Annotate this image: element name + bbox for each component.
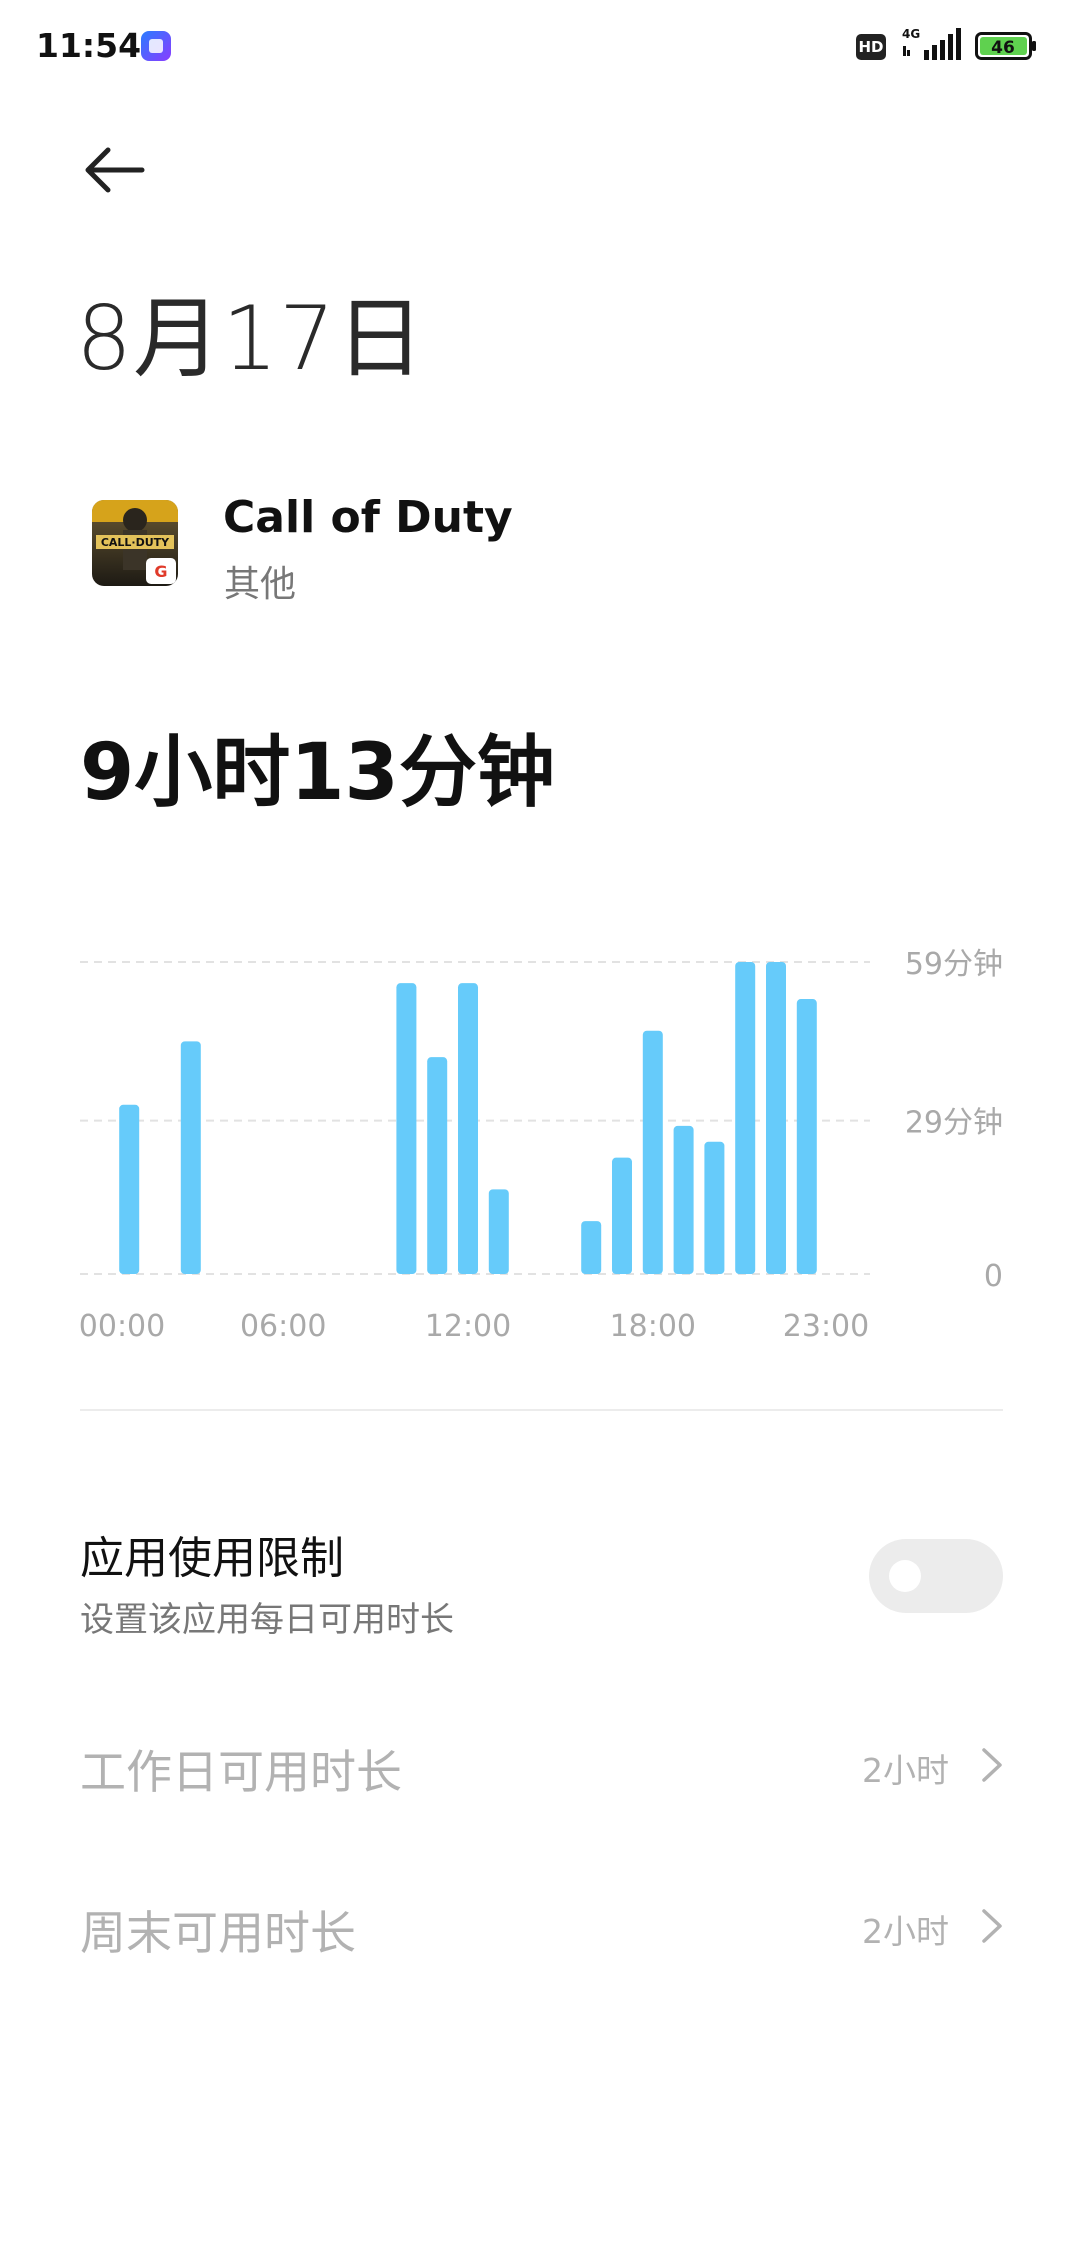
chart-bar bbox=[488, 1189, 509, 1274]
chart-bar bbox=[704, 1141, 725, 1274]
arrow-left-icon[interactable] bbox=[78, 140, 148, 200]
chevron-right-icon[interactable] bbox=[978, 1745, 1006, 1785]
y-tick-label: 0 bbox=[984, 1259, 1003, 1294]
chart-bar bbox=[180, 1041, 201, 1274]
svg-text:G: G bbox=[154, 562, 167, 581]
usage-limit-toggle[interactable] bbox=[869, 1539, 1003, 1613]
app-category: 其他 bbox=[224, 564, 297, 605]
usage-limit-subtitle: 设置该应用每日可用时长 bbox=[80, 1600, 454, 1640]
hourly-usage-chart: 59分钟 29分钟 0 00:00 06:00 12:00 18:00 23:00 bbox=[79, 947, 1003, 1344]
chart-bar bbox=[673, 1125, 694, 1274]
chart-bar bbox=[612, 1157, 632, 1274]
usage-total: 9小时13分钟 bbox=[80, 728, 555, 818]
notification-app-icon bbox=[141, 31, 171, 61]
status-time: 11:54 bbox=[36, 26, 142, 65]
hd-voice-icon: HD bbox=[856, 34, 886, 60]
weekend-limit-value[interactable]: 2小时 bbox=[862, 1905, 949, 1953]
weekday-limit-value[interactable]: 2小时 bbox=[862, 1744, 949, 1792]
svg-text:CALL·DUTY: CALL·DUTY bbox=[101, 536, 170, 549]
chart-bar bbox=[766, 962, 786, 1274]
signal-icon: 4G bbox=[902, 27, 961, 60]
battery-level: 46 bbox=[991, 38, 1015, 58]
x-tick-label: 06:00 bbox=[240, 1309, 326, 1344]
y-tick-label: 29分钟 bbox=[905, 1106, 1003, 1141]
call-of-duty-app-icon: CALL·DUTY G bbox=[92, 500, 178, 586]
usage-limit-title: 应用使用限制 bbox=[80, 1533, 344, 1584]
toggle-knob bbox=[889, 1560, 921, 1592]
chart-bar bbox=[735, 962, 756, 1274]
chart-bar bbox=[581, 1221, 602, 1274]
weekend-limit-label[interactable]: 周末可用时长 bbox=[80, 1897, 356, 1963]
chart-bar bbox=[796, 999, 817, 1274]
y-tick-label: 59分钟 bbox=[905, 947, 1003, 982]
chevron-right-icon[interactable] bbox=[978, 1906, 1006, 1946]
chart-bar bbox=[396, 983, 417, 1274]
chart-bar bbox=[119, 1104, 140, 1274]
chart-bar bbox=[642, 1030, 663, 1274]
battery-icon: 46 bbox=[975, 32, 1036, 60]
chart-bar bbox=[458, 983, 478, 1274]
x-tick-label: 23:00 bbox=[783, 1309, 869, 1344]
weekday-limit-label[interactable]: 工作日可用时长 bbox=[80, 1736, 402, 1802]
x-tick-label: 18:00 bbox=[610, 1309, 696, 1344]
chart-bar bbox=[427, 1057, 448, 1274]
divider bbox=[80, 1409, 1003, 1411]
network-type-label: 4G bbox=[902, 27, 920, 41]
page-title: 8月17日 bbox=[76, 287, 425, 390]
x-tick-label: 00:00 bbox=[79, 1309, 165, 1344]
x-tick-label: 12:00 bbox=[425, 1309, 511, 1344]
app-name: Call of Duty bbox=[223, 492, 513, 543]
